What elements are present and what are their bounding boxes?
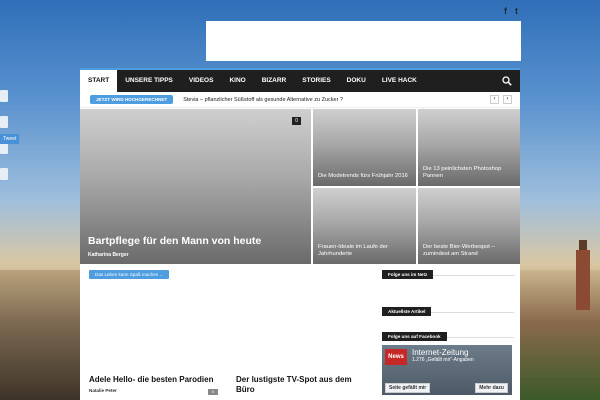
featured-tile-title[interactable]: Die Modetrends fürs Frühjahr 2016 — [318, 173, 411, 180]
nav-item-live-hack[interactable]: LIVE HACK — [374, 70, 425, 92]
side-share-bar — [0, 90, 10, 210]
search-icon[interactable] — [502, 76, 512, 86]
post-title[interactable]: Adele Hello- die besten Parodien — [89, 375, 219, 385]
facebook-more-button[interactable]: Mehr dazu — [475, 383, 508, 393]
featured-grid: 0 Bartpflege für den Mann von heute Kath… — [80, 109, 520, 264]
ticker-prev-button[interactable]: ‹ — [490, 95, 499, 104]
nav-item-stories[interactable]: STORIES — [294, 70, 338, 92]
post-title[interactable]: Der lustigste TV-Spot aus dem Büro — [236, 375, 366, 395]
widget-title-follow: Folge uns im Netz — [382, 270, 434, 279]
content-section: Das Leben kann Spaß machen ... Adele Hel… — [80, 264, 520, 395]
page-wrapper: START UNSERE TIPPS VIDEOS KINO BIZARR ST… — [80, 68, 520, 400]
share-button-4[interactable] — [0, 168, 8, 180]
facebook-like-button[interactable]: Seite gefällt mir — [385, 383, 431, 393]
comment-count-badge: 0 — [208, 389, 218, 395]
featured-tile-title[interactable]: Die 13 peinlichsten Photoshop Pannen — [423, 166, 515, 180]
featured-tile-title[interactable]: Frauen-Ideale im Laufe der Jahrhunderte — [318, 244, 411, 258]
widget-title-facebook: Folge uns auf Facebook — [382, 332, 447, 341]
facebook-icon[interactable]: f — [504, 6, 507, 16]
section-label[interactable]: Das Leben kann Spaß machen ... — [89, 270, 170, 279]
ticker-headline[interactable]: Stevia – pflanzlicher Süßstoff als gesun… — [183, 97, 343, 103]
ad-banner — [206, 21, 521, 61]
post-author[interactable]: Natalie Peter — [89, 388, 117, 393]
share-button-2[interactable] — [0, 116, 8, 128]
featured-tile[interactable]: Der beste Bier-Werbespot – zumindest am … — [418, 188, 520, 264]
nav-item-kino[interactable]: KINO — [221, 70, 253, 92]
featured-tile[interactable]: Frauen-Ideale im Laufe der Jahrhunderte — [313, 188, 416, 264]
featured-main-author[interactable]: Katharina Berger — [88, 252, 129, 258]
share-button-1[interactable] — [0, 90, 8, 102]
main-nav: START UNSERE TIPPS VIDEOS KINO BIZARR ST… — [80, 70, 520, 92]
nav-item-doku[interactable]: DOKU — [339, 70, 374, 92]
featured-tile[interactable]: Die 13 peinlichsten Photoshop Pannen — [418, 109, 520, 186]
page-logo: News — [385, 349, 407, 365]
nav-item-tips[interactable]: UNSERE TIPPS — [117, 70, 181, 92]
background-city-left — [0, 270, 80, 400]
ticker-controls: ‹ › — [490, 95, 512, 104]
nav-item-videos[interactable]: VIDEOS — [181, 70, 222, 92]
social-links: f t — [504, 6, 518, 16]
featured-tile-title[interactable]: Der beste Bier-Werbespot – zumindest am … — [423, 244, 515, 258]
facebook-page-name[interactable]: Internet-Zeitung — [412, 348, 468, 357]
sidebar: Folge uns im Netz Aktuellste Artikel Fol… — [382, 264, 514, 395]
facebook-like-count: 1.276 „Gefällt mir“-Angaben — [412, 357, 474, 363]
tweet-button[interactable]: Tweet — [0, 134, 20, 144]
ticker-next-button[interactable]: › — [503, 95, 512, 104]
nav-item-start[interactable]: START — [80, 70, 118, 92]
ticker-label: JETZT WIRD HOCHGERECHNET — [90, 95, 174, 104]
nav-item-bizarr[interactable]: BIZARR — [254, 70, 295, 92]
featured-main-title[interactable]: Bartpflege für den Mann von heute — [88, 235, 306, 248]
comment-count-badge: 0 — [292, 117, 301, 125]
twitter-icon[interactable]: t — [515, 6, 518, 16]
background-tower — [576, 240, 590, 310]
facebook-page-widget[interactable]: News Internet-Zeitung 1.276 „Gefällt mir… — [382, 345, 512, 395]
news-ticker: JETZT WIRD HOCHGERECHNET Stevia – pflanz… — [80, 92, 520, 108]
featured-tile[interactable]: Die Modetrends fürs Frühjahr 2016 — [313, 109, 416, 186]
widget-title-latest: Aktuellste Artikel — [382, 307, 432, 316]
featured-main-tile[interactable]: 0 Bartpflege für den Mann von heute Kath… — [80, 109, 311, 264]
